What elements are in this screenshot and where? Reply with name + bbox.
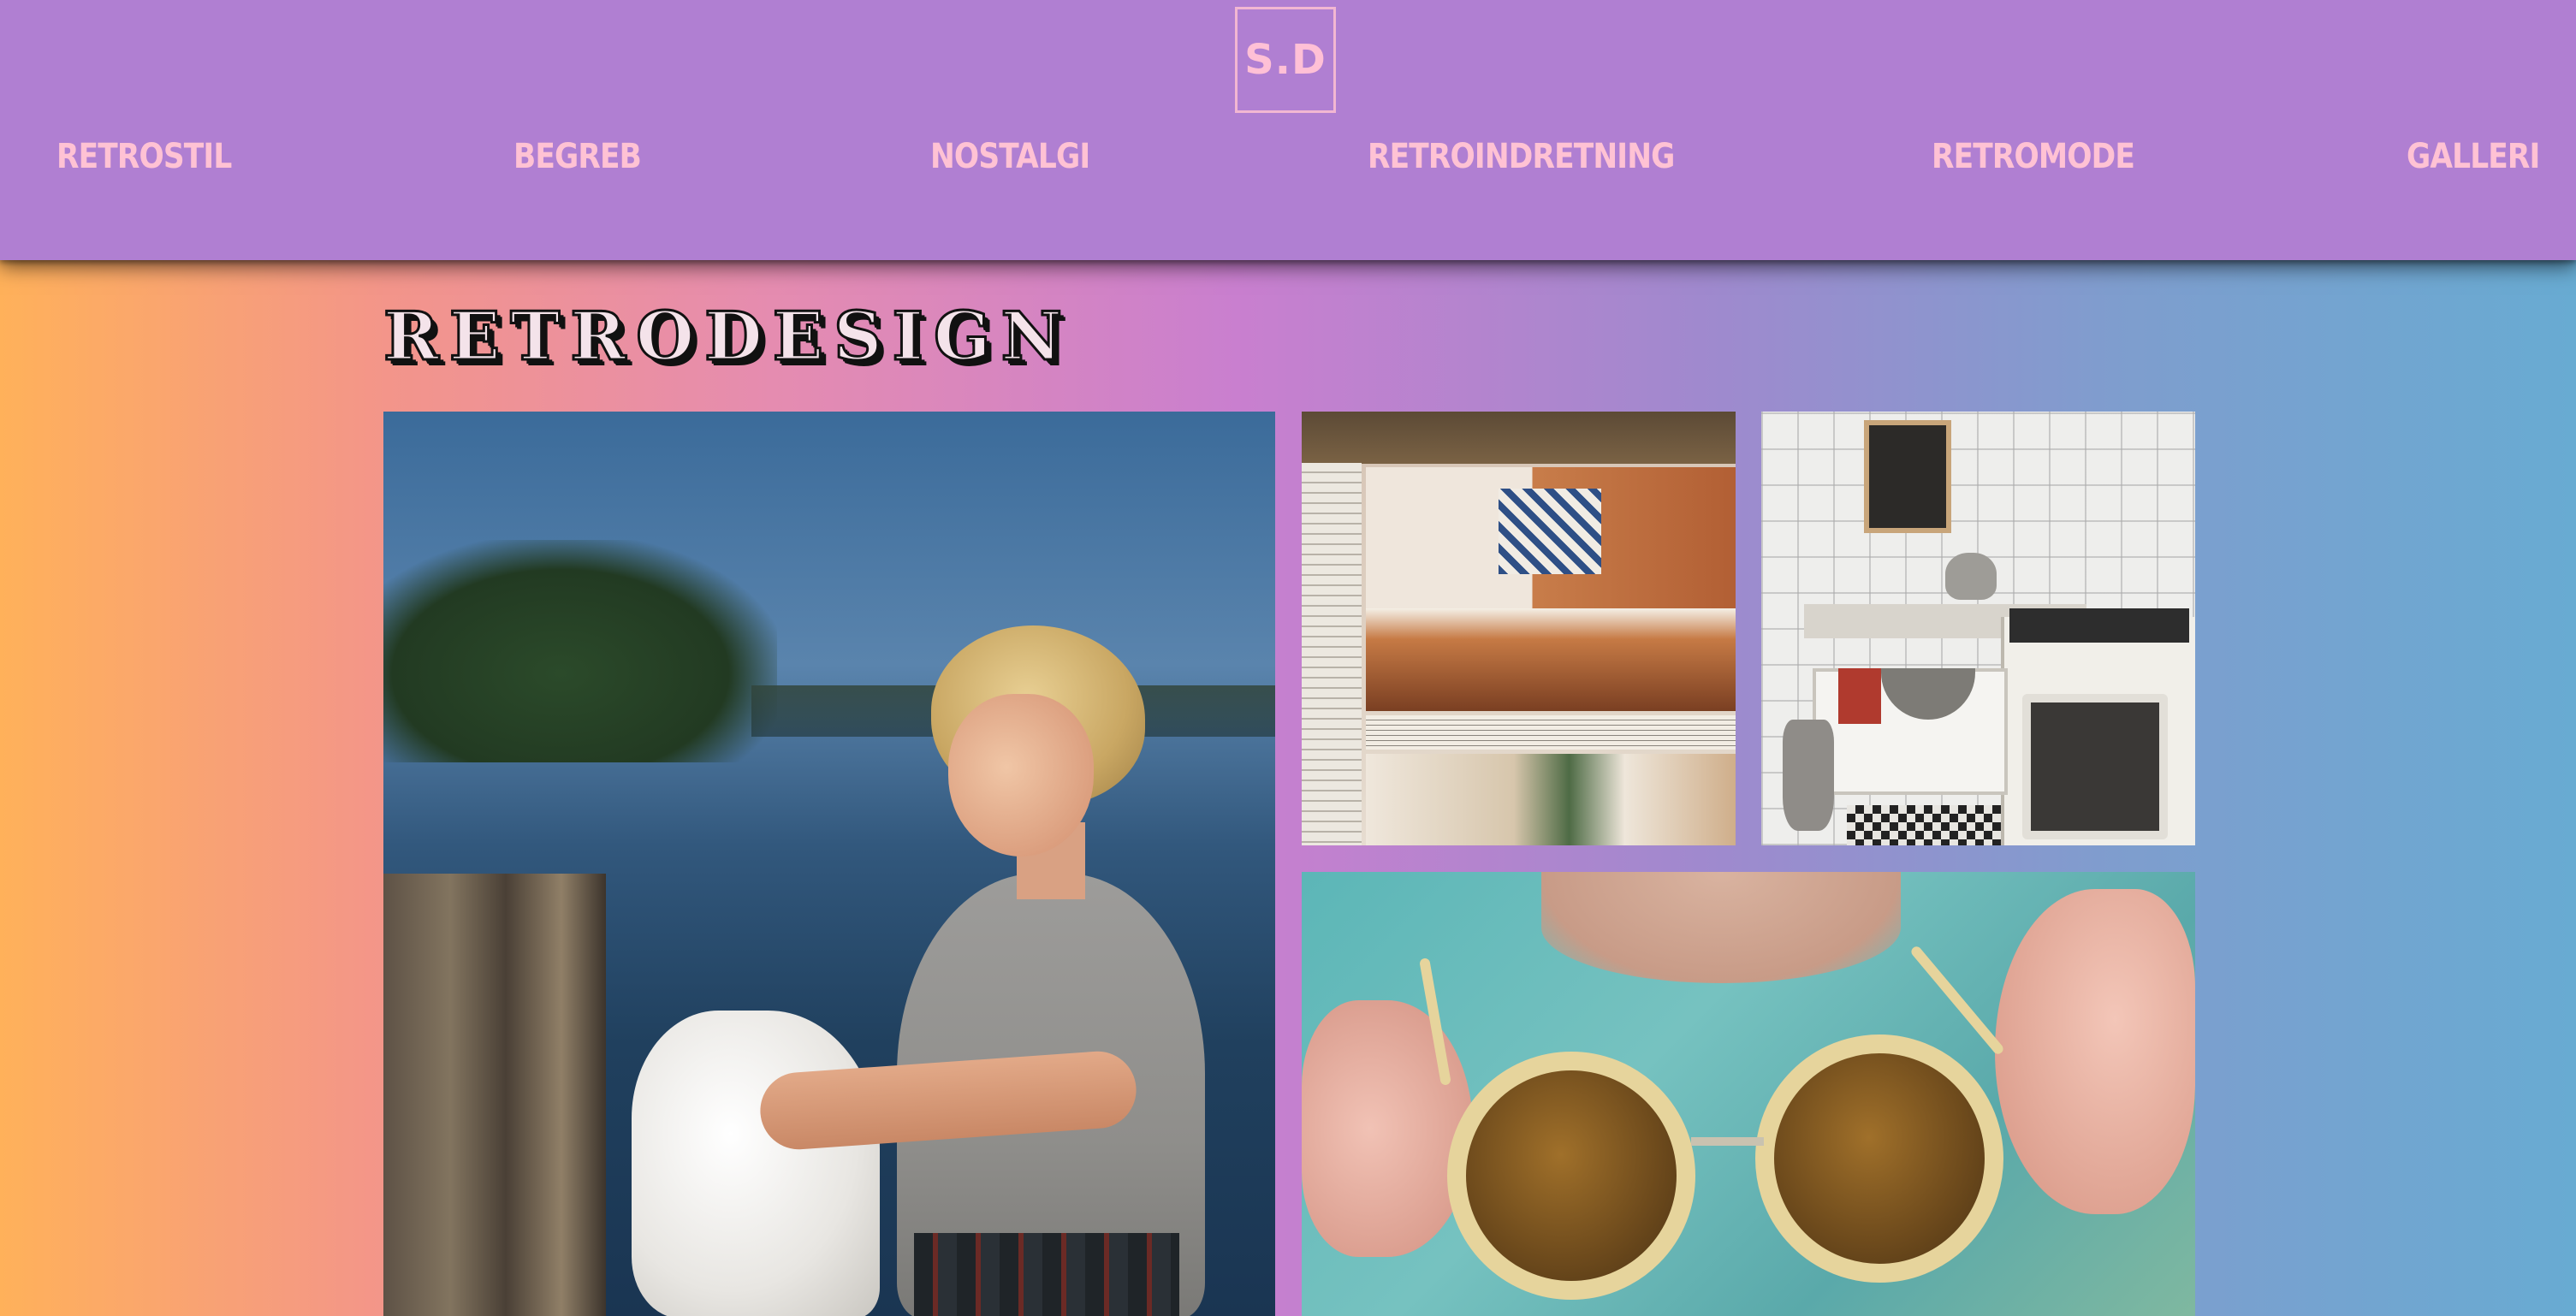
nav-item-retroindretning[interactable]: RETROINDRETNING xyxy=(1368,137,1675,176)
white-tiled-kitchen-photo xyxy=(1761,412,2195,845)
nav-item-retrostil[interactable]: RETROSTIL xyxy=(56,137,232,176)
nav-item-retromode[interactable]: RETROMODE xyxy=(1932,137,2135,176)
site-logo[interactable]: S.D xyxy=(1235,7,1336,113)
round-sunglasses-photo xyxy=(1302,872,2195,1316)
page-title: RETRODESIGN xyxy=(383,297,1072,377)
site-header: S.D RETROSTIL BEGREB NOSTALGI RETROINDRE… xyxy=(0,0,2576,260)
nav-item-galleri[interactable]: GALLERI xyxy=(2407,137,2540,176)
nav-item-nostalgi[interactable]: NOSTALGI xyxy=(930,137,1090,176)
vintage-magazine-kitchen-photo xyxy=(1302,412,1736,845)
woman-by-lake-photo xyxy=(383,412,1275,1316)
nav-item-begreb[interactable]: BEGREB xyxy=(513,137,642,176)
